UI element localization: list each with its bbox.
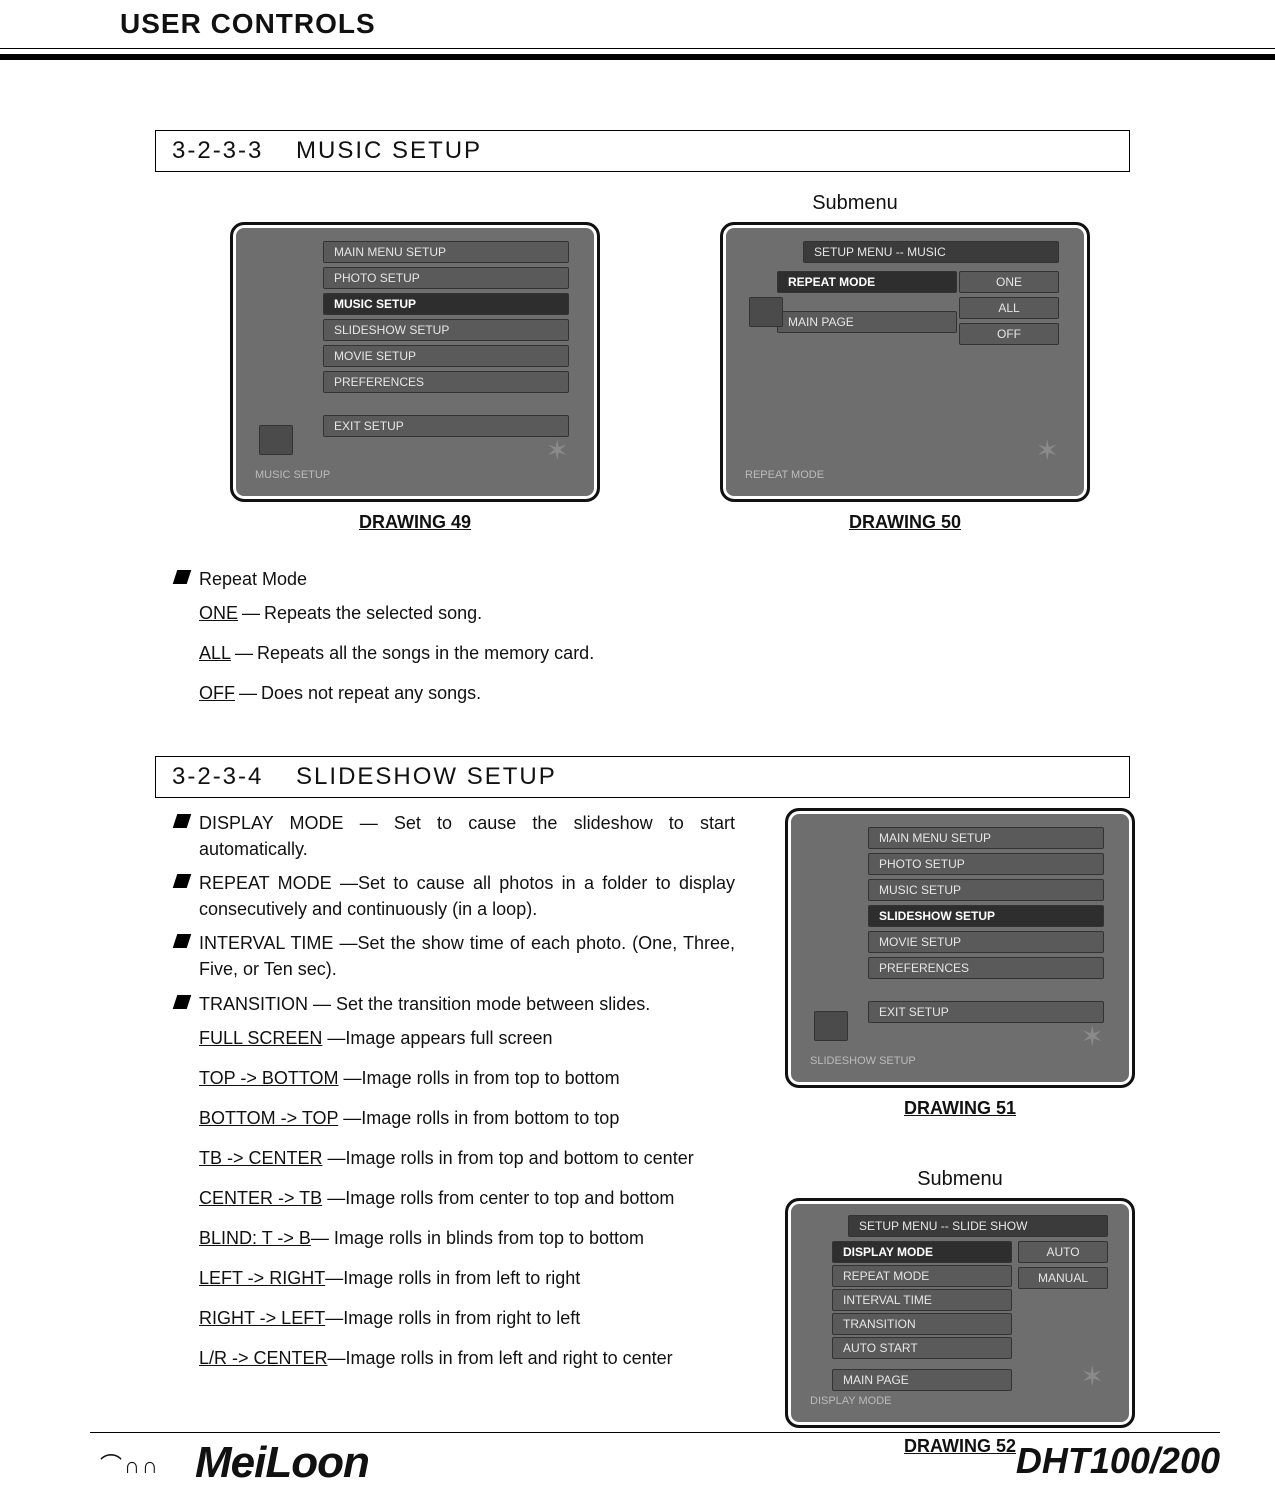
menu-item: TRANSITION (832, 1313, 1012, 1335)
term-desc: Does not repeat any songs. (261, 683, 481, 703)
page-indicator: ⌒∩∩ (100, 1448, 160, 1480)
butterfly-icon: ✶ (1081, 1360, 1104, 1393)
menu-item-selected: MUSIC SETUP (323, 293, 569, 315)
bullet-label: REPEAT MODE (199, 873, 332, 893)
butterfly-icon: ✶ (1036, 434, 1059, 467)
term: CENTER -> TB (199, 1188, 322, 1208)
brand-logo: MeiLoon (195, 1438, 369, 1488)
term: FULL SCREEN (199, 1028, 322, 1048)
screen-header: SETUP MENU -- MUSIC (803, 241, 1059, 263)
section-name: MUSIC SETUP (296, 137, 482, 164)
butterfly-icon: ✶ (1081, 1020, 1104, 1053)
bullet-label: INTERVAL TIME (199, 933, 333, 953)
menu-item: INTERVAL TIME (832, 1289, 1012, 1311)
screenshot-drawing-50: SETUP MENU -- MUSIC REPEAT MODE MAIN PAG… (720, 222, 1090, 502)
term-desc: Image rolls in from left to right (343, 1268, 580, 1288)
nav-icon (259, 425, 293, 455)
menu-item-selected: REPEAT MODE (777, 271, 957, 293)
screenshot-drawing-52: SETUP MENU -- SLIDE SHOW DISPLAY MODE RE… (785, 1198, 1135, 1428)
butterfly-icon: ✶ (546, 434, 569, 467)
submenu-label-2: Submenu (785, 1168, 1135, 1191)
header-rule-thick (0, 54, 1275, 60)
term-desc: Repeats the selected song. (264, 603, 482, 623)
menu-item: MOVIE SETUP (323, 345, 569, 367)
menu-item: MOVIE SETUP (868, 931, 1104, 953)
caption-drawing-51: DRAWING 51 (785, 1098, 1135, 1119)
bullet-icon (173, 874, 192, 888)
term: TB -> CENTER (199, 1148, 323, 1168)
bullet-label: DISPLAY MODE (199, 813, 344, 833)
term-desc: Image rolls in from bottom to top (361, 1108, 619, 1128)
caption-drawing-50: DRAWING 50 (720, 512, 1090, 533)
option-item: OFF (959, 323, 1059, 345)
menu-item: REPEAT MODE (832, 1265, 1012, 1287)
term: BOTTOM -> TOP (199, 1108, 338, 1128)
section-title-slideshow: 3-2-3-4 SLIDESHOW SETUP (155, 756, 1130, 798)
option-item: ONE (959, 271, 1059, 293)
repeat-mode-label: Repeat Mode (199, 566, 307, 592)
page-header: USER CONTROLS (120, 8, 1220, 40)
option-item: ALL (959, 297, 1059, 319)
model-name: DHT100/200 (1016, 1440, 1220, 1482)
term-desc: Image rolls from center to top and botto… (345, 1188, 674, 1208)
menu-item: EXIT SETUP (323, 415, 569, 437)
bullet-desc: Set the transition mode between slides. (336, 994, 650, 1014)
term: TOP -> BOTTOM (199, 1068, 339, 1088)
term: ALL (199, 643, 231, 663)
bullet-icon (173, 814, 192, 828)
caption-drawing-49: DRAWING 49 (230, 512, 600, 533)
menu-item: MAIN PAGE (832, 1369, 1012, 1391)
option-item: AUTO (1018, 1241, 1108, 1263)
header-rule (0, 48, 1275, 49)
menu-item: MAIN MENU SETUP (868, 827, 1104, 849)
option-item: MANUAL (1018, 1267, 1108, 1289)
screenshot-drawing-49: MAIN MENU SETUP PHOTO SETUP MUSIC SETUP … (230, 222, 600, 502)
section-number: 3-2-3-3 (172, 137, 263, 164)
term-desc: Image rolls in from top to bottom (362, 1068, 620, 1088)
screen-footer: MUSIC SETUP (255, 469, 330, 481)
submenu-label-1: Submenu (720, 192, 990, 215)
menu-item: MAIN PAGE (777, 311, 957, 333)
term: LEFT -> RIGHT (199, 1268, 325, 1288)
menu-item: SLIDESHOW SETUP (323, 319, 569, 341)
menu-item: MAIN MENU SETUP (323, 241, 569, 263)
term: ONE (199, 603, 238, 623)
menu-item: PREFERENCES (868, 957, 1104, 979)
menu-item: PREFERENCES (323, 371, 569, 393)
screenshot-drawing-51: MAIN MENU SETUP PHOTO SETUP MUSIC SETUP … (785, 808, 1135, 1088)
screen-footer: SLIDESHOW SETUP (810, 1055, 916, 1067)
screen-footer: REPEAT MODE (745, 469, 824, 481)
footer-rule (90, 1432, 1220, 1433)
repeat-mode-block: Repeat Mode ONE—Repeats the selected son… (175, 566, 1130, 720)
bullet-icon (173, 995, 192, 1009)
bullet-icon (173, 570, 192, 584)
menu-item: EXIT SETUP (868, 1001, 1104, 1023)
term: OFF (199, 683, 235, 703)
term-desc: Image appears full screen (345, 1028, 552, 1048)
term-desc: Image rolls in blinds from top to bottom (334, 1228, 644, 1248)
term: BLIND: T -> B (199, 1228, 311, 1248)
nav-icon (814, 1011, 848, 1041)
nav-icon (749, 297, 783, 327)
bullet-icon (173, 934, 192, 948)
screen-footer: DISPLAY MODE (810, 1395, 892, 1407)
term-desc: Image rolls in from right to left (343, 1308, 580, 1328)
menu-item-selected: DISPLAY MODE (832, 1241, 1012, 1263)
menu-item: PHOTO SETUP (323, 267, 569, 289)
section-name: SLIDESHOW SETUP (296, 763, 557, 790)
menu-item: MUSIC SETUP (868, 879, 1104, 901)
term-desc: Image rolls in from left and right to ce… (346, 1348, 673, 1368)
term: L/R -> CENTER (199, 1348, 328, 1368)
bullet-label: TRANSITION (199, 994, 308, 1014)
slideshow-block: DISPLAY MODE — Set to cause the slidesho… (175, 810, 735, 1386)
screen-header: SETUP MENU -- SLIDE SHOW (848, 1215, 1108, 1237)
menu-item: AUTO START (832, 1337, 1012, 1359)
term-desc: Repeats all the songs in the memory card… (257, 643, 594, 663)
menu-item: PHOTO SETUP (868, 853, 1104, 875)
section-title-music: 3-2-3-3 MUSIC SETUP (155, 130, 1130, 172)
term-desc: Image rolls in from top and bottom to ce… (346, 1148, 694, 1168)
term: RIGHT -> LEFT (199, 1308, 325, 1328)
menu-item-selected: SLIDESHOW SETUP (868, 905, 1104, 927)
section-number: 3-2-3-4 (172, 763, 263, 790)
